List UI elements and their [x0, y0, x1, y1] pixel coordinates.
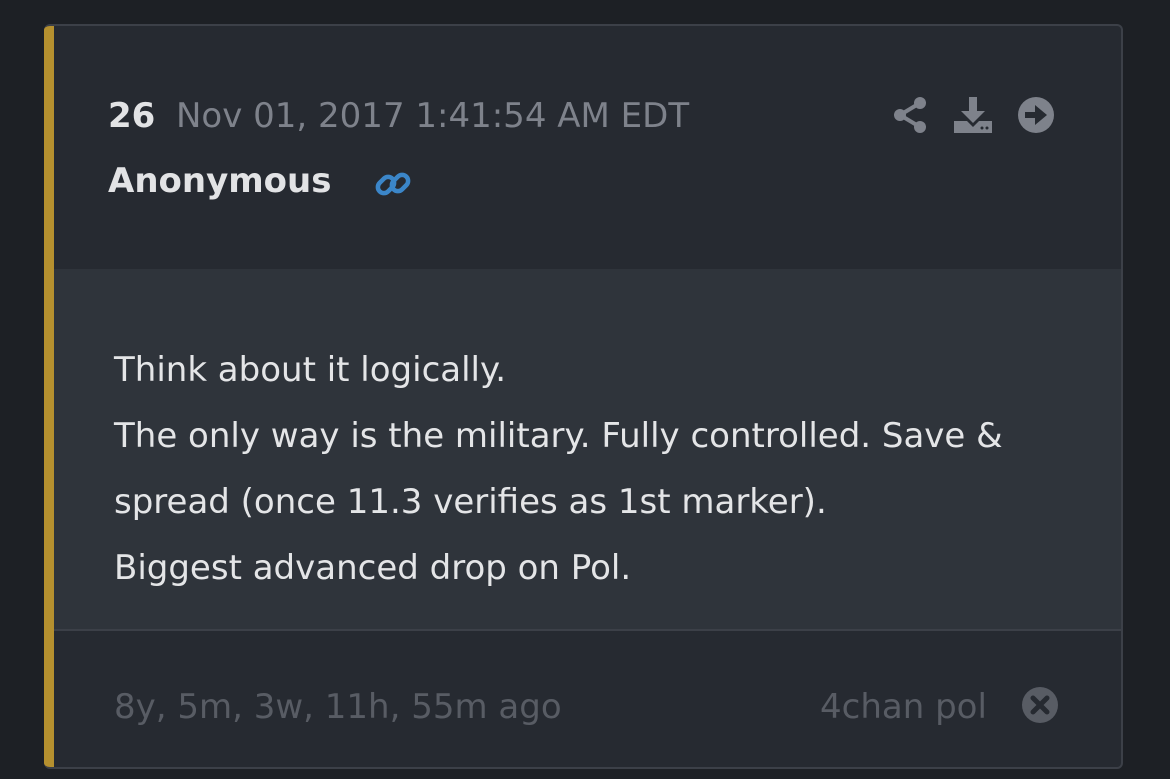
post-header: 26 Nov 01, 2017 1:41:54 AM EDT Anonymous: [54, 26, 1121, 271]
message-line: Biggest advanced drop on Pol.: [114, 548, 632, 588]
message-line: spread (once 11.3 verifies as 1st marker…: [114, 482, 827, 522]
close-circle-icon[interactable]: [1019, 684, 1061, 726]
post-footer: 8y, 5m, 3w, 11h, 55m ago 4chan pol: [54, 631, 1121, 767]
share-icon[interactable]: [890, 94, 932, 136]
post-body: Think about it logically. The only way i…: [54, 269, 1121, 631]
arrow-circle-right-icon[interactable]: [1015, 94, 1057, 136]
post-card: 26 Nov 01, 2017 1:41:54 AM EDT Anonymous: [44, 24, 1123, 769]
message-line: Think about it logically.: [114, 350, 507, 390]
post-number: 26: [108, 96, 156, 136]
link-icon[interactable]: [372, 163, 414, 205]
post-date: Nov 01, 2017 1:41:54 AM EDT: [176, 96, 690, 136]
post-message: Think about it logically. The only way i…: [114, 337, 1074, 601]
post-author: Anonymous: [108, 161, 332, 201]
message-line: The only way is the military. Fully cont…: [114, 416, 1003, 456]
time-ago: 8y, 5m, 3w, 11h, 55m ago: [114, 687, 562, 727]
source-label: 4chan pol: [820, 687, 987, 727]
download-icon[interactable]: [952, 94, 994, 136]
accent-bar: [44, 26, 54, 767]
